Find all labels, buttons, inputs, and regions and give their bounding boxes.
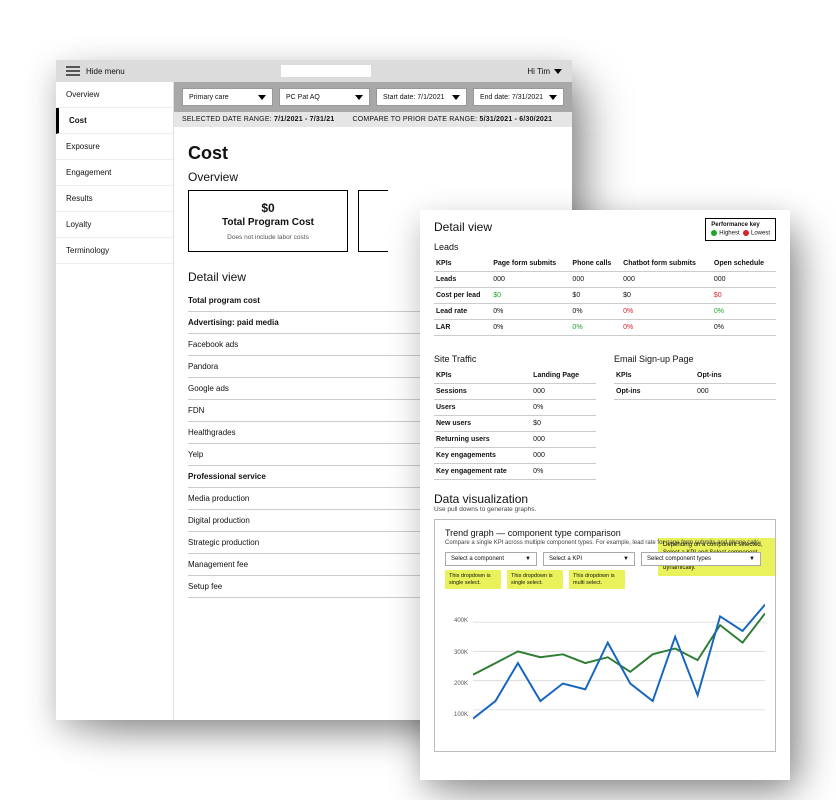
- hamburger-icon[interactable]: [66, 66, 80, 76]
- greeting-label: Hi Tim: [527, 67, 550, 76]
- email-heading: Email Sign-up Page: [614, 354, 776, 364]
- hide-menu-label[interactable]: Hide menu: [86, 67, 125, 76]
- dot-lowest-icon: [743, 230, 749, 236]
- leads-heading: Leads: [434, 242, 776, 252]
- trend-title: Trend graph — component type comparison: [445, 528, 765, 538]
- brand-placeholder: [281, 65, 371, 77]
- chevron-down-icon: [258, 95, 266, 100]
- trend-sub: Compare a single KPI across multiple com…: [445, 540, 765, 546]
- total-cost-card: $0 Total Program Cost Does not include l…: [188, 190, 348, 252]
- overview-heading: Overview: [188, 170, 558, 184]
- select-kpi[interactable]: Select a KPI▼: [543, 552, 635, 566]
- detail-panel: Detail view Performance key Highest Lowe…: [420, 210, 790, 780]
- total-cost-value: $0: [203, 201, 333, 215]
- select-component[interactable]: Select a component▼: [445, 552, 537, 566]
- hint-3: This dropdown is multi select.: [569, 570, 625, 589]
- range-bar: SELECTED DATE RANGE: 7/1/2021 - 7/31/21 …: [174, 112, 572, 127]
- email-table: KPIsOpt-insOpt-ins000: [614, 368, 776, 400]
- sidebar-item-cost[interactable]: Cost: [56, 108, 173, 134]
- topbar: Hide menu Hi Tim: [56, 60, 572, 82]
- trend-card: Trend graph — component type comparison …: [434, 519, 776, 752]
- sidebar-item-terminology[interactable]: Terminology: [56, 238, 173, 264]
- data-viz-title: Data visualization: [434, 492, 776, 506]
- total-cost-sub: Does not include labor costs: [203, 234, 333, 241]
- sidebar-item-exposure[interactable]: Exposure: [56, 134, 173, 160]
- site-traffic-table: KPIsLanding PageSessions000Users0%New us…: [434, 368, 596, 480]
- sidebar-item-loyalty[interactable]: Loyalty: [56, 212, 173, 238]
- dot-highest-icon: [711, 230, 717, 236]
- sidebar-item-results[interactable]: Results: [56, 186, 173, 212]
- trend-chart: 400K300K200K100K: [445, 593, 765, 743]
- chevron-down-icon: [549, 95, 557, 100]
- sidebar-item-engagement[interactable]: Engagement: [56, 160, 173, 186]
- hint-2: This dropdown is single select.: [507, 570, 563, 589]
- chevron-down-icon: [355, 95, 363, 100]
- data-viz-sub: Use pull downs to generate graphs.: [434, 506, 776, 513]
- card-cutoff: [358, 190, 388, 252]
- total-cost-title: Total Program Cost: [203, 217, 333, 228]
- performance-key: Performance key Highest Lowest: [705, 218, 776, 241]
- page-title: Cost: [188, 143, 558, 164]
- leads-table: KPIsPage form submitsPhone callsChatbot …: [434, 256, 776, 336]
- chevron-down-icon: [452, 95, 460, 100]
- hint-1: This dropdown is single select.: [445, 570, 501, 589]
- site-traffic-heading: Site Traffic: [434, 354, 596, 364]
- chevron-down-icon[interactable]: [554, 69, 562, 74]
- filter-end-date[interactable]: End date: 7/31/2021: [473, 88, 564, 106]
- filter-start-date[interactable]: Start date: 7/1/2021: [376, 88, 467, 106]
- filter-program[interactable]: PC Pat AQ: [279, 88, 370, 106]
- filter-bar: Primary care PC Pat AQ Start date: 7/1/2…: [174, 82, 572, 112]
- filter-practice[interactable]: Primary care: [182, 88, 273, 106]
- select-component-types[interactable]: Select component types▼: [641, 552, 761, 566]
- sidebar-item-overview[interactable]: Overview: [56, 82, 173, 108]
- sidebar: Overview Cost Exposure Engagement Result…: [56, 82, 174, 720]
